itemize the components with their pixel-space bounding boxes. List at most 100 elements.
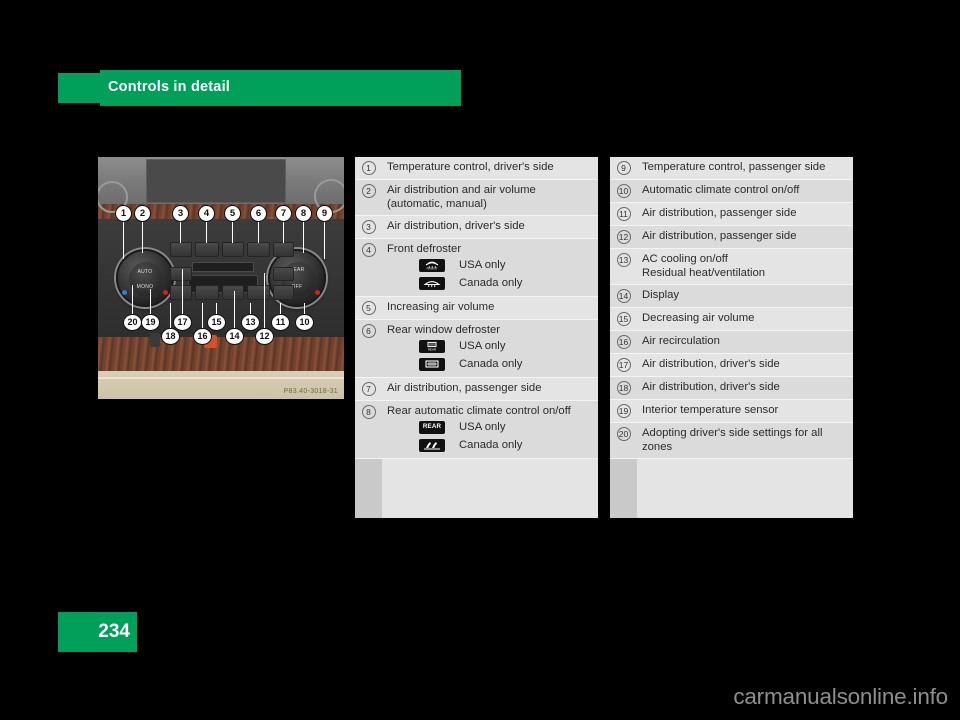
- leader-line-5: [232, 219, 234, 243]
- legend-sub-row-label: Canada only: [459, 277, 523, 289]
- legend-number-badge: 13: [616, 253, 631, 267]
- legend-number-badge: 20: [616, 427, 631, 441]
- legend-row-text-cell: Front defroster FRONT USA only Canada only: [382, 239, 598, 296]
- legend-row-label: Air distribution, passenger side: [642, 207, 797, 219]
- legend-row-text-cell: Air distribution, driver's side: [382, 216, 598, 237]
- legend-row-label: Automatic climate control on/off: [642, 184, 800, 196]
- legend-sub-row: FRONT USA only: [387, 256, 590, 274]
- legend-row-number-cell: 5: [355, 297, 382, 315]
- photo-button-air-distribution-passenger: [273, 242, 294, 257]
- legend-row-label: AC cooling on/off Residual heat/ventilat…: [642, 253, 766, 279]
- legend-sub-row: Canada only: [387, 355, 590, 373]
- photo-knob-auto-label: AUTO: [137, 269, 153, 275]
- legend-row-text-cell: Air recirculation: [637, 331, 853, 352]
- legend-row-text-cell: Interior temperature sensor: [637, 400, 853, 421]
- callout-8: 8: [295, 205, 312, 222]
- leader-line-3: [180, 219, 182, 243]
- legend-row-text-cell: Increasing air volume: [382, 297, 598, 318]
- front-defroster-canada-icon: [419, 276, 445, 290]
- legend-number-badge: 7: [361, 382, 376, 396]
- legend-sub-row-label: USA only: [459, 340, 506, 352]
- legend-row-text-cell: Decreasing air volume: [637, 308, 853, 329]
- leader-line-1: [123, 219, 125, 259]
- leader-line-16: [202, 303, 204, 329]
- legend-row-label: Air distribution and air volume (automat…: [387, 184, 536, 210]
- leader-line-19: [150, 289, 152, 315]
- legend-row-number-cell: 8: [355, 401, 382, 419]
- legend-number-badge: 8: [361, 405, 376, 419]
- legend-row-label: Temperature control, passenger side: [642, 161, 826, 173]
- photo-knob-passenger-warm-marker: [315, 290, 320, 295]
- legend-column-1: 1 Temperature control, driver's side 2 Air …: [355, 157, 598, 518]
- legend-row-text-cell: Automatic climate control on/off: [637, 180, 853, 201]
- leader-line-18: [170, 303, 172, 329]
- legend-row-text-cell: Air distribution, passenger side: [637, 226, 853, 247]
- photo-button-air-distribution-driver: [170, 242, 192, 257]
- legend-number-badge: 14: [616, 289, 631, 303]
- legend-number-badge: 10: [616, 184, 631, 198]
- legend-row: 9 Temperature control, passenger side: [610, 157, 853, 180]
- legend-row-text-cell: AC cooling on/off Residual heat/ventilat…: [637, 249, 853, 284]
- leader-line-12: [264, 273, 266, 329]
- svg-text:REAR: REAR: [428, 348, 437, 351]
- legend-number-badge: 3: [361, 220, 376, 234]
- callout-13: 13: [241, 314, 260, 331]
- photo-lower-wood-trim: [98, 337, 344, 375]
- photo-knob-driver-temperature: AUTO MONO: [116, 249, 174, 307]
- legend-row-label: Air distribution, passenger side: [642, 230, 797, 242]
- callout-6: 6: [250, 205, 267, 222]
- legend-row-text-cell: Rear automatic climate control on/off REA…: [382, 401, 598, 458]
- legend-row-label: Air distribution, driver's side: [387, 220, 525, 232]
- legend-row-text-cell: Display: [637, 285, 853, 306]
- legend-row-number-cell: 12: [610, 226, 637, 244]
- legend-row: 12 Air distribution, passenger side: [610, 226, 853, 249]
- legend-row: 2 Air distribution and air volume (automa…: [355, 180, 598, 216]
- callout-19: 19: [141, 314, 160, 331]
- legend-number-badge: 2: [361, 184, 376, 198]
- legend-row: 6 Rear window defroster REAR USA only Canada…: [355, 320, 598, 378]
- legend-row: 20 Adopting driver's side settings for al…: [610, 423, 853, 459]
- leader-line-4: [206, 219, 208, 243]
- legend-row-text-cell: Air distribution and air volume (automat…: [382, 180, 598, 215]
- photo-center-display: [146, 159, 286, 203]
- callout-14: 14: [225, 328, 244, 345]
- legend-row-text-cell: Air distribution, passenger side: [382, 378, 598, 399]
- legend-sub-row-label: Canada only: [459, 439, 523, 451]
- page-number: 234: [98, 621, 130, 642]
- leader-line-7: [283, 219, 285, 243]
- photo-button-increase-air-volume: [222, 242, 244, 257]
- legend-number-badge: 17: [616, 358, 631, 372]
- photo-button-air-distribution-passenger-2: [273, 267, 294, 281]
- callout-15: 15: [207, 314, 226, 331]
- rear-defroster-canada-icon: [419, 357, 445, 371]
- callout-4: 4: [198, 205, 215, 222]
- legend-column-2: 9 Temperature control, passenger side 10 Au…: [610, 157, 853, 518]
- legend-row-text-cell: Temperature control, driver's side: [382, 157, 598, 178]
- rear-defroster-usa-icon: REAR: [419, 339, 445, 353]
- legend-number-badge: 12: [616, 230, 631, 244]
- legend-number-badge: 6: [361, 324, 376, 338]
- legend-sub-row-label: USA only: [459, 421, 506, 433]
- callout-10: 10: [295, 314, 314, 331]
- callout-7: 7: [275, 205, 292, 222]
- leader-line-2: [142, 219, 144, 253]
- legend-row: 5 Increasing air volume: [355, 297, 598, 320]
- rear-label-usa-icon: REAR: [419, 420, 445, 434]
- manual-page: Controls in detail AUTO MONO REAR OFF 1 …: [0, 0, 960, 720]
- photo-button-air-distribution-driver-3: [170, 285, 192, 300]
- callout-9: 9: [316, 205, 333, 222]
- legend-row-text-cell: Adopting driver's side settings for all …: [637, 423, 853, 458]
- legend-row: 19 Interior temperature sensor: [610, 400, 853, 423]
- legend-sub-row: REAR USA only: [387, 337, 590, 355]
- legend-number-badge: 18: [616, 381, 631, 395]
- legend-row: 7 Air distribution, passenger side: [355, 378, 598, 401]
- photo-button-decrease-air-volume: [222, 285, 244, 300]
- legend-row-number-cell: 6: [355, 320, 382, 338]
- photo-reference-code: P83.40-3018-31: [283, 388, 338, 395]
- legend-sub-row-label: Canada only: [459, 358, 523, 370]
- legend-row: 10 Automatic climate control on/off: [610, 180, 853, 203]
- rear-airflow-canada-icon: [419, 438, 445, 452]
- legend-row-number-cell: 16: [610, 331, 637, 349]
- legend-row: 17 Air distribution, driver's side: [610, 354, 853, 377]
- legend-row: 15 Decreasing air volume: [610, 308, 853, 331]
